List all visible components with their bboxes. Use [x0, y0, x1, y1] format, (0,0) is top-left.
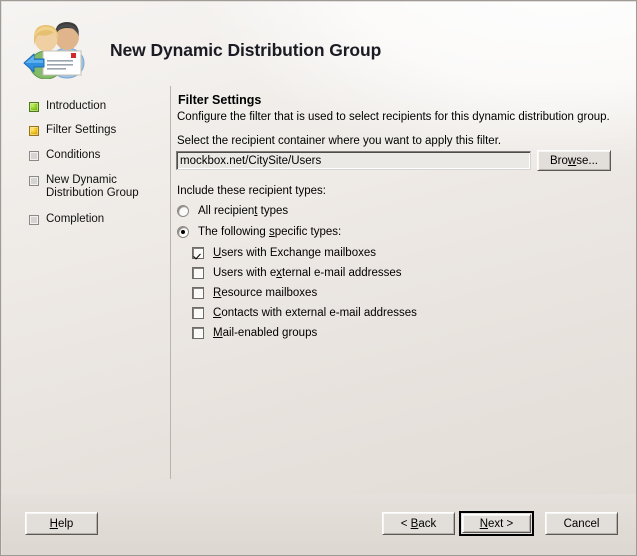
- checkbox-icon-unchecked: [192, 267, 204, 279]
- recipient-container-input[interactable]: [176, 151, 531, 170]
- recipient-container-label: Select the recipient container where you…: [177, 135, 502, 147]
- checkbox-label: Users with Exchange mailboxes: [213, 247, 376, 259]
- sidebar-item-label: Filter Settings: [46, 124, 117, 136]
- checkbox-users-with-exchange-mailboxes[interactable]: Users with Exchange mailboxes: [192, 247, 376, 259]
- sidebar-item-label: Conditions: [46, 149, 101, 161]
- step-status-icon-pending: [29, 176, 39, 186]
- sidebar-item-label: New Dynamic Distribution Group: [46, 174, 139, 199]
- checkbox-label: Users with external e-mail addresses: [213, 267, 402, 279]
- sidebar-item-label: Completion: [46, 213, 105, 225]
- step-status-icon-done: [29, 102, 39, 112]
- back-button-label: < Back: [400, 517, 437, 530]
- checkbox-icon-unchecked: [192, 307, 204, 319]
- next-button[interactable]: Next >: [459, 511, 534, 536]
- help-button-label: Help: [49, 517, 74, 530]
- sidebar-item-completion[interactable]: Completion: [29, 213, 104, 226]
- checkbox-mail-enabled-groups[interactable]: Mail-enabled groups: [192, 327, 317, 339]
- radio-following-specific-types[interactable]: The following specific types:: [177, 226, 341, 238]
- checkbox-label: Mail-enabled groups: [213, 327, 318, 339]
- section-title: Filter Settings: [178, 93, 262, 107]
- checkbox-icon-unchecked: [192, 287, 204, 299]
- sidebar-item-introduction[interactable]: Introduction: [29, 100, 106, 113]
- next-button-inner: Next >: [462, 514, 531, 533]
- checkbox-contacts-with-external-email-addresses[interactable]: Contacts with external e-mail addresses: [192, 307, 417, 319]
- step-status-icon-pending: [29, 151, 39, 161]
- radio-label: All recipient types: [198, 205, 289, 217]
- sidebar-item-label: Introduction: [46, 100, 107, 112]
- checkbox-icon-checked: [192, 247, 204, 259]
- cancel-button[interactable]: Cancel: [545, 512, 618, 535]
- content-pane: Filter Settings Configure the filter tha…: [171, 86, 636, 494]
- sidebar-item-new-dynamic-distribution-group[interactable]: New Dynamic Distribution Group: [29, 174, 139, 200]
- wizard-step-list: Introduction Filter Settings Conditions …: [2, 86, 170, 494]
- radio-icon-selected: [177, 226, 189, 238]
- back-button[interactable]: < Back: [382, 512, 455, 535]
- step-status-icon-pending: [29, 215, 39, 225]
- checkbox-label: Contacts with external e-mail addresses: [213, 307, 417, 319]
- wizard-body: New Dynamic Distribution Group Introduct…: [2, 2, 636, 494]
- checkbox-users-with-external-email-addresses[interactable]: Users with external e-mail addresses: [192, 267, 402, 279]
- radio-icon-unselected: [177, 205, 189, 217]
- cancel-button-label: Cancel: [563, 517, 600, 530]
- help-button[interactable]: Help: [25, 512, 98, 535]
- section-description: Configure the filter that is used to sel…: [177, 111, 610, 123]
- browse-button[interactable]: Browse...: [537, 150, 611, 171]
- sidebar-item-filter-settings[interactable]: Filter Settings: [29, 124, 116, 137]
- checkbox-icon-unchecked: [192, 327, 204, 339]
- page-title: New Dynamic Distribution Group: [110, 40, 382, 60]
- distribution-group-icon: [21, 15, 95, 80]
- wizard-header: New Dynamic Distribution Group: [2, 2, 636, 86]
- browse-button-label: Browse...: [550, 154, 598, 167]
- include-recipient-types-label: Include these recipient types:: [177, 185, 326, 197]
- radio-all-recipient-types[interactable]: All recipient types: [177, 205, 288, 217]
- radio-label: The following specific types:: [198, 226, 342, 238]
- sidebar-item-conditions[interactable]: Conditions: [29, 149, 100, 162]
- checkbox-label: Resource mailboxes: [213, 287, 318, 299]
- step-status-icon-current: [29, 126, 39, 136]
- next-button-label: Next >: [479, 517, 514, 530]
- checkbox-resource-mailboxes[interactable]: Resource mailboxes: [192, 287, 317, 299]
- wizard-window: New Dynamic Distribution Group Introduct…: [0, 0, 637, 556]
